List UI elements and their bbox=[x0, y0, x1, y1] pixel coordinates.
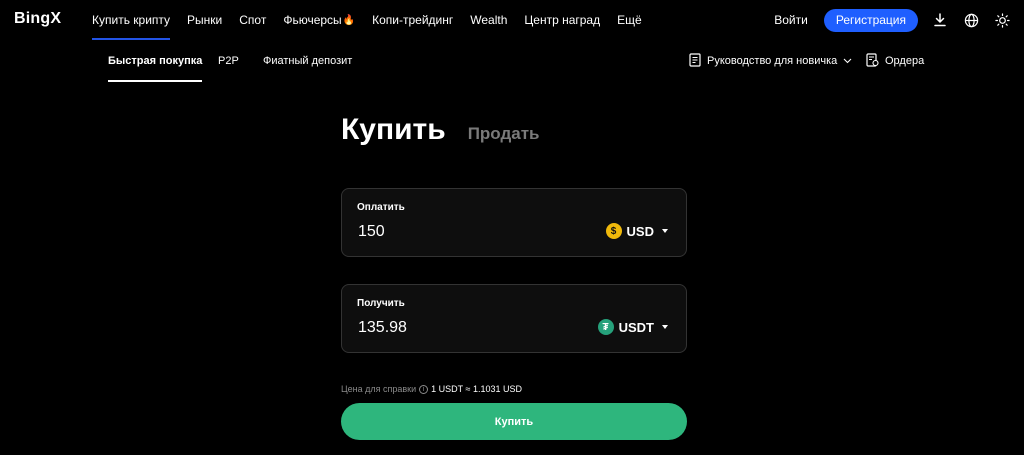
receive-amount-input[interactable] bbox=[358, 319, 558, 337]
main-nav: Купить крипту Рынки Спот Фьючерсы 🔥 Копи-… bbox=[92, 0, 642, 40]
fire-icon: 🔥 bbox=[342, 14, 356, 26]
tab-fiat-deposit[interactable]: Фиатный депозит bbox=[263, 40, 352, 82]
document-icon bbox=[689, 52, 701, 70]
globe-icon[interactable] bbox=[963, 12, 979, 28]
nav-item-label: Ещё bbox=[617, 13, 642, 27]
top-navbar: BingX Купить крипту Рынки Спот Фьючерсы 🔥… bbox=[0, 0, 1024, 40]
guide-label: Руководство для новичка bbox=[707, 55, 838, 67]
nav-item-spot[interactable]: Спот bbox=[239, 0, 266, 40]
receive-card: Получить ₮ USDT bbox=[341, 284, 687, 353]
reference-price: Цена для справки i 1 USDT ≈ 1.1031 USD bbox=[341, 384, 522, 394]
nav-item-buy-crypto[interactable]: Купить крипту bbox=[92, 0, 171, 40]
receive-currency-label: USDT bbox=[618, 319, 654, 335]
sub-navbar: Быстрая покупка P2P Фиатный депозит Руко… bbox=[0, 40, 1024, 82]
tab-label: Фиатный депозит bbox=[263, 55, 353, 67]
reference-label: Цена для справки bbox=[341, 384, 417, 394]
tab-label: P2P bbox=[218, 55, 239, 67]
tab-label: Быстрая покупка bbox=[108, 55, 203, 67]
pay-label: Оплатить bbox=[357, 202, 405, 213]
info-icon[interactable]: i bbox=[419, 384, 429, 394]
usdt-coin-icon: ₮ bbox=[597, 319, 614, 335]
nav-item-label: Копи-трейдинг bbox=[372, 13, 454, 27]
tab-sell[interactable]: Продать bbox=[468, 124, 540, 144]
beginner-guide-dropdown[interactable]: Руководство для новичка bbox=[689, 40, 852, 82]
tab-buy[interactable]: Купить bbox=[341, 113, 446, 147]
nav-item-copy-trading[interactable]: Копи-трейдинг bbox=[372, 0, 453, 40]
orders-label: Ордера bbox=[885, 55, 925, 67]
nav-item-more[interactable]: Ещё bbox=[617, 0, 642, 40]
buy-button[interactable]: Купить bbox=[341, 403, 687, 440]
caret-down-icon bbox=[662, 229, 668, 233]
nav-item-markets[interactable]: Рынки bbox=[187, 0, 222, 40]
nav-item-label: Спот bbox=[239, 13, 267, 27]
orders-icon bbox=[866, 52, 879, 70]
pay-amount-input[interactable] bbox=[358, 223, 558, 241]
caret-down-icon bbox=[662, 325, 668, 329]
reference-value: 1 USDT ≈ 1.1031 USD bbox=[431, 384, 522, 394]
receive-currency-select[interactable]: ₮ USDT bbox=[597, 319, 668, 335]
nav-item-label: Рынки bbox=[187, 13, 223, 27]
nav-item-futures[interactable]: Фьючерсы 🔥 bbox=[283, 0, 355, 40]
nav-item-rewards[interactable]: Центр наград bbox=[524, 0, 600, 40]
register-button[interactable]: Регистрация bbox=[823, 8, 918, 32]
nav-item-label: Центр наград bbox=[524, 13, 601, 27]
pay-currency-select[interactable]: $ USD bbox=[605, 223, 668, 239]
orders-link[interactable]: Ордера bbox=[866, 40, 924, 82]
tab-p2p[interactable]: P2P bbox=[218, 40, 239, 82]
nav-item-label: Wealth bbox=[470, 13, 508, 27]
usd-coin-icon: $ bbox=[605, 223, 622, 239]
header-actions: Войти Регистрация bbox=[774, 0, 1024, 40]
bingx-logo[interactable]: BingX bbox=[14, 10, 61, 28]
nav-item-label: Купить крипту bbox=[92, 13, 171, 27]
trade-mode-tabs: Купить Продать bbox=[341, 113, 540, 147]
chevron-down-icon bbox=[843, 55, 852, 67]
tab-quick-buy[interactable]: Быстрая покупка bbox=[108, 40, 203, 82]
pay-card: Оплатить $ USD bbox=[341, 188, 687, 257]
nav-item-label: Фьючерсы bbox=[283, 13, 342, 27]
download-icon[interactable] bbox=[932, 12, 948, 28]
pay-currency-label: USD bbox=[626, 223, 654, 239]
login-link[interactable]: Войти bbox=[774, 13, 808, 27]
theme-icon[interactable] bbox=[994, 12, 1010, 28]
nav-item-wealth[interactable]: Wealth bbox=[470, 0, 507, 40]
receive-label: Получить bbox=[357, 298, 405, 309]
